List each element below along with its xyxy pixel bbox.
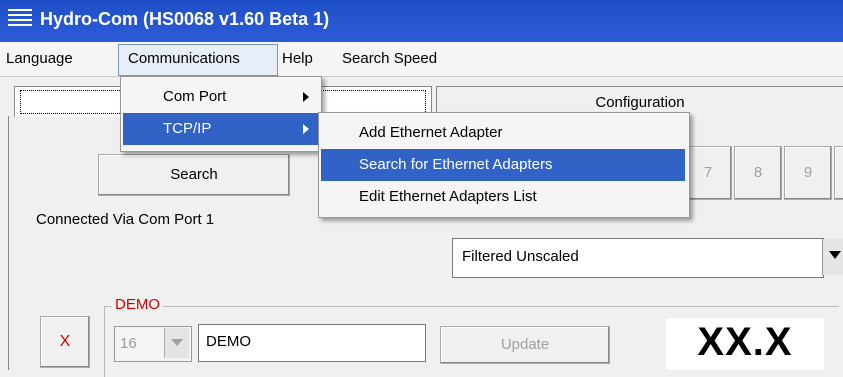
chevron-down-icon[interactable] [822,239,843,275]
menu-item-label: Search for Ethernet Adapters [359,156,553,173]
menu-item-edit-ethernet-adapters-list[interactable]: Edit Ethernet Adapters List [321,181,687,213]
number-button-9[interactable]: 9 [784,146,832,200]
number-button-next[interactable] [834,146,843,200]
menu-item-label: Add Ethernet Adapter [359,124,503,141]
menu-item-com-port[interactable]: Com Port [123,81,319,113]
connection-status: Connected Via Com Port 1 [36,211,215,228]
menu-search-speed[interactable]: Search Speed [342,50,437,67]
tab-configuration-label: Configuration [595,94,685,111]
menu-item-search-ethernet-adapters[interactable]: Search for Ethernet Adapters [321,149,685,181]
menu-item-label: TCP/IP [163,120,212,137]
value-display-text: XX.X [697,320,793,364]
menu-item-label: Com Port [163,88,227,105]
number-button-8[interactable]: 8 [734,146,782,200]
number-combo-value: 16 [120,335,137,352]
name-input-value: DEMO [206,333,251,350]
app-menu-icon[interactable] [8,9,32,27]
number-button-7[interactable]: 7 [684,146,732,200]
chevron-right-icon [303,92,309,102]
search-button[interactable]: Search [98,154,290,196]
tcpip-submenu: Add Ethernet Adapter Search for Ethernet… [318,112,690,218]
menu-communications[interactable]: Communications [128,50,240,67]
chevron-right-icon [303,124,309,134]
menu-item-label: Edit Ethernet Adapters List [359,188,537,205]
menu-help[interactable]: Help [282,50,313,67]
window-title: Hydro-Com (HS0068 v1.60 Beta 1) [40,9,330,29]
update-button[interactable]: Update [440,326,610,364]
close-button[interactable]: X [40,316,90,368]
demo-group-legend: DEMO [112,296,163,313]
chevron-down-icon[interactable] [164,328,189,358]
menu-language[interactable]: Language [6,50,73,67]
menu-item-add-ethernet-adapter[interactable]: Add Ethernet Adapter [321,117,687,149]
communications-menu: Com Port TCP/IP [120,76,322,152]
menu-item-tcpip[interactable]: TCP/IP [123,113,319,145]
filter-select-value: Filtered Unscaled [462,248,579,265]
